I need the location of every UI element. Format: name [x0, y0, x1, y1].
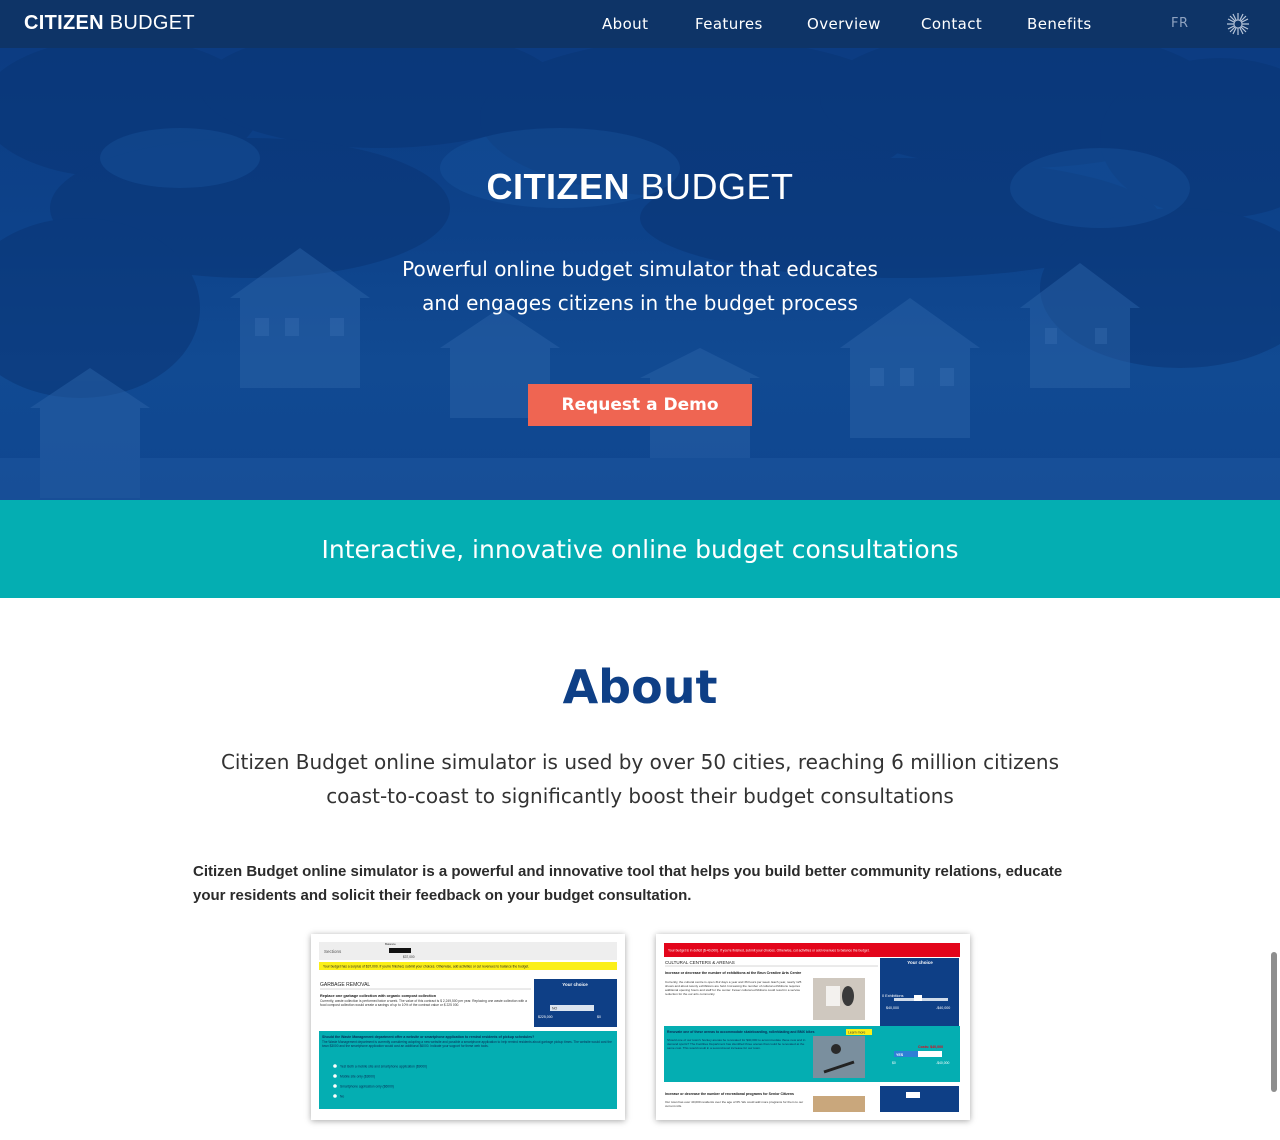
shot1-option-3: Smartphone application only ($6000)	[340, 1085, 394, 1089]
shot1-amount-right: $0	[597, 1015, 601, 1019]
about-lead: Citizen Budget online simulator is used …	[220, 750, 1060, 808]
shot1-sections: Sections	[324, 949, 342, 954]
simulator-screenshot-cultural: Your budget is in deficit ($-40,000). If…	[656, 934, 970, 1120]
simulator-screenshot-garbage: Sections Balance $37,000 Your budget has…	[311, 934, 625, 1120]
page-scrollbar[interactable]	[1271, 952, 1277, 1092]
shot1-slider-value: NO	[552, 1007, 558, 1011]
shot1-option-4: No	[340, 1095, 344, 1099]
shot2-q2: Renovate one of these arenas to accommod…	[667, 1030, 815, 1034]
logo-bold: CITIZEN	[24, 12, 104, 34]
shot2-exh-right: -$40,000	[936, 1006, 950, 1010]
nav-link-overview[interactable]: Overview	[807, 15, 881, 33]
nav-link-about[interactable]: About	[602, 15, 648, 33]
shot1-balance-value: $37,000	[403, 955, 415, 959]
shot2-yes: YES	[896, 1053, 904, 1057]
site-logo[interactable]: CITIZEN BUDGET	[24, 12, 195, 35]
tagline-text: Interactive, innovative online budget co…	[321, 534, 959, 564]
shot2-learn-more: Learn more	[848, 1031, 865, 1035]
shot2-your-choice: Your choice	[907, 960, 933, 965]
nav-link-features[interactable]: Features	[695, 15, 763, 33]
shot1-q1: Replace one garbage collection with orga…	[320, 994, 437, 998]
shot2-costs: Costs: $40,000	[918, 1045, 943, 1049]
hero-title: CITIZEN BUDGET	[0, 166, 1280, 208]
shot1-your-choice: Your choice	[562, 982, 588, 987]
shot2-q1: Increase or decrease the number of exhib…	[665, 971, 801, 975]
shot1-amount-left: $225,000	[538, 1015, 553, 1019]
shot1-q1-text: Currently, waste collection is performed…	[320, 999, 527, 1008]
shot1-option-1: Yes! Both a mobile site and smartphone a…	[340, 1065, 427, 1069]
shot2-exh-left: $40,000	[886, 1006, 899, 1010]
shot1-option-2: Mobile site only ($3000)	[340, 1075, 375, 1079]
hero-subtitle: Powerful online budget simulator that ed…	[402, 257, 878, 315]
hero-title-bold: CITIZEN	[486, 166, 630, 207]
about-body: Citizen Budget online simulator is a pow…	[193, 863, 1063, 904]
shot1-banner: Your budget has a surplus of $37,000. If…	[323, 965, 529, 969]
shot1-section-title: GARBAGE REMOVAL	[320, 982, 370, 988]
nav-link-benefits[interactable]: Benefits	[1027, 15, 1092, 33]
shot1-balance-label: Balance	[385, 942, 396, 946]
shot1-balance-bar	[389, 948, 411, 953]
shot2-q1-text: Currently, the cultural centre is open 3…	[665, 980, 802, 996]
tagline-band: Interactive, innovative online budget co…	[0, 500, 1280, 598]
request-demo-button[interactable]: Request a Demo	[528, 384, 752, 426]
shot2-banner: Your budget is in deficit ($-40,000). If…	[668, 949, 870, 953]
shot2-section-title: CULTURAL CENTERS & ARENAS	[665, 960, 735, 965]
star-logo-icon[interactable]	[1226, 12, 1250, 36]
shot2-q3-text: Our town has over 40,000 residents over …	[665, 1100, 804, 1108]
shot1-q2: Should the Waste Management department o…	[322, 1035, 534, 1039]
top-nav: CITIZEN BUDGET About Features Overview C…	[0, 0, 1280, 48]
shot2-skate-photo	[813, 1036, 865, 1078]
shot2-q2-text: Should one of our town's hockey arenas b…	[667, 1038, 806, 1050]
shot2-yes-left: $0	[892, 1061, 896, 1065]
logo-light: BUDGET	[103, 12, 195, 34]
hero-section: CITIZEN BUDGET Powerful online budget si…	[0, 48, 1280, 500]
shot1-q2-text: The Waste Management department is curre…	[322, 1040, 612, 1048]
shot2-exhibitions-label: 0 Exhibitions	[882, 994, 904, 998]
nav-link-contact[interactable]: Contact	[921, 15, 982, 33]
shot2-q3: Increase or decrease the number of recre…	[665, 1092, 794, 1096]
language-toggle[interactable]: FR	[1171, 16, 1189, 31]
shot2-seniors-photo	[813, 1096, 865, 1112]
about-heading: About	[562, 660, 718, 714]
hero-title-light: BUDGET	[629, 166, 794, 207]
shot2-yes-right: -$40,000	[936, 1061, 949, 1065]
